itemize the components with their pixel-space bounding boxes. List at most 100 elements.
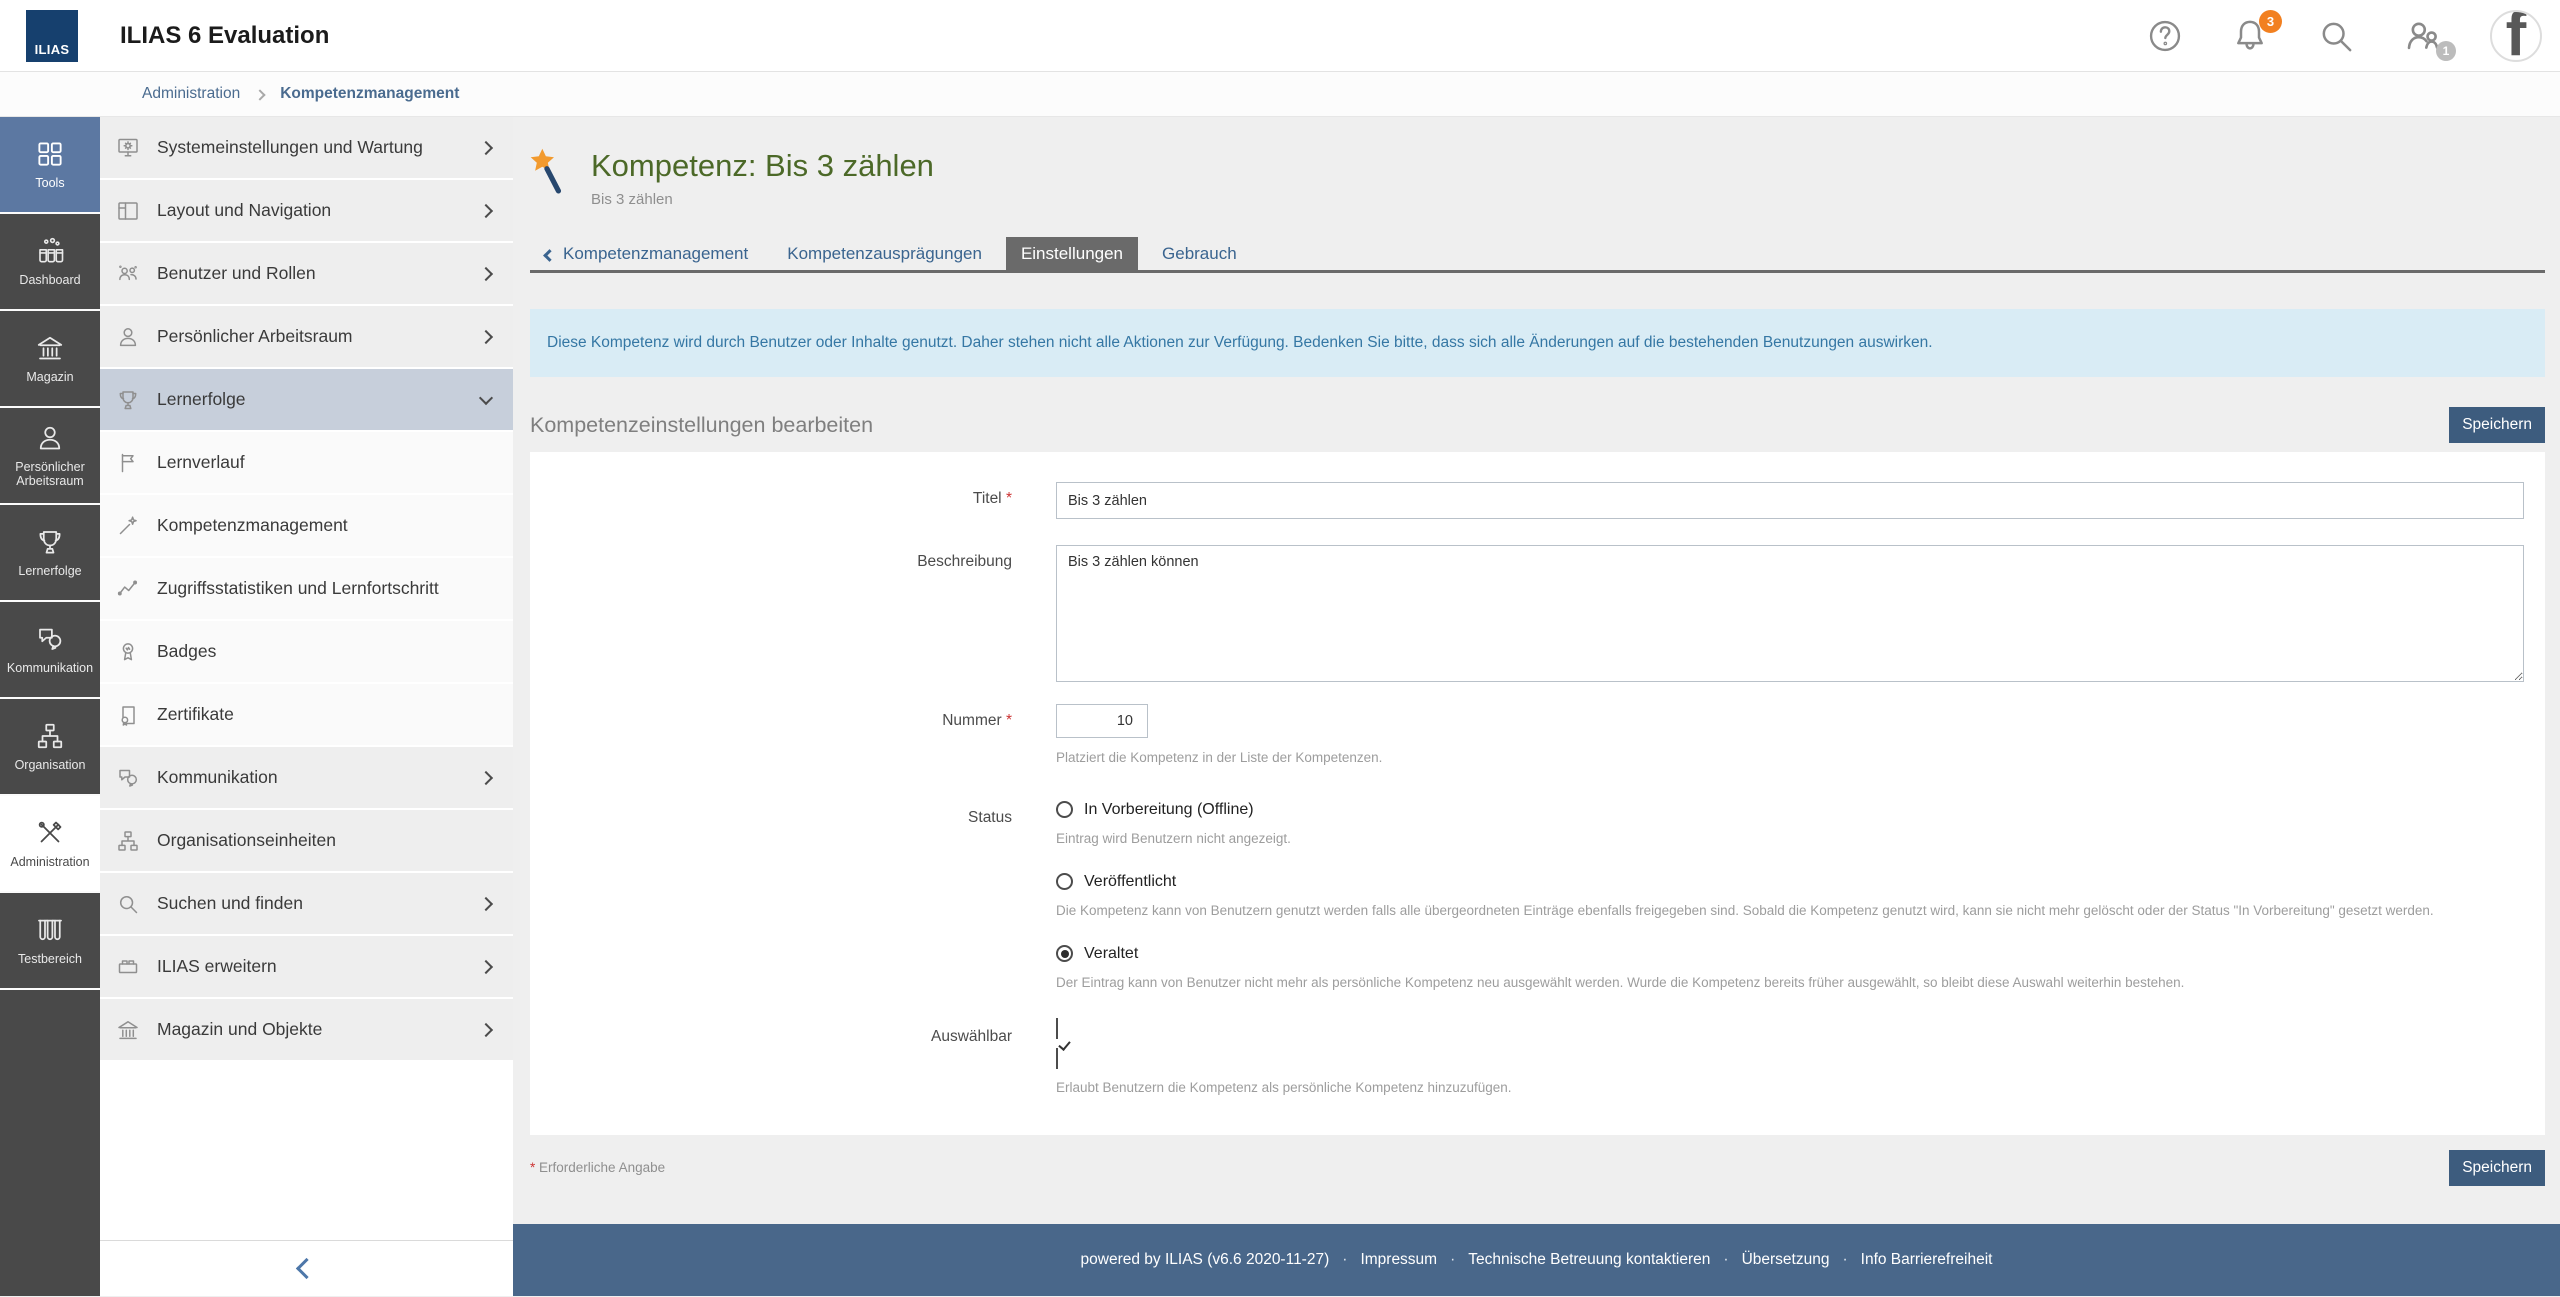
tab-gebrauch[interactable]: Gebrauch xyxy=(1147,237,1252,270)
dashboard-icon xyxy=(35,236,65,266)
page-footer: powered by ILIAS (v6.6 2020-11-27) · Imp… xyxy=(513,1224,2560,1296)
auswaehlbar-row: Auswählbar Erlaubt Benutzern die Kompete… xyxy=(530,1020,2524,1099)
footer-support-link[interactable]: Technische Betreuung kontaktieren xyxy=(1468,1251,1710,1269)
rail-item-administration[interactable]: Administration xyxy=(0,796,100,893)
sidebar-item-magazin-objekte[interactable]: Magazin und Objekte xyxy=(100,999,513,1060)
sidebar-item-zugriffsstatistiken[interactable]: Zugriffsstatistiken und Lernfortschritt xyxy=(100,558,513,619)
status-option-in-vorbereitung: In Vorbereitung (Offline) Eintrag wird B… xyxy=(1056,801,2524,850)
sidebar-item-lernerfolge[interactable]: Lernerfolge xyxy=(100,369,513,430)
awareness-users-icon[interactable]: 1 xyxy=(2402,15,2444,57)
sidebar-item-lernverlauf[interactable]: Lernverlauf xyxy=(100,432,513,493)
tab-label: Kompetenzausprägungen xyxy=(787,244,982,264)
rail-item-kommunikation[interactable]: Kommunikation xyxy=(0,602,100,699)
nummer-input[interactable] xyxy=(1056,704,1148,738)
notifications-bell-icon[interactable]: 3 xyxy=(2230,16,2270,56)
nummer-row: Nummer * Platziert die Kompetenz in der … xyxy=(530,704,2524,769)
sidebar-item-label: Persönlicher Arbeitsraum xyxy=(157,326,353,347)
beschreibung-row: Beschreibung Bis 3 zählen können xyxy=(530,545,2524,687)
status-label: Status xyxy=(530,801,1056,994)
search-icon[interactable] xyxy=(2316,16,2356,56)
rail-item-dashboard[interactable]: Dashboard xyxy=(0,214,100,311)
chevron-right-icon xyxy=(479,329,493,343)
chevron-right-icon xyxy=(479,140,493,154)
radio-veroeffentlicht[interactable] xyxy=(1056,873,1073,890)
sidebar-item-kommunikation[interactable]: Kommunikation xyxy=(100,747,513,808)
rail-item-testbereich[interactable]: Testbereich xyxy=(0,893,100,990)
users-icon xyxy=(116,262,140,286)
rail-item-label: Kommunikation xyxy=(7,661,93,675)
sidebar-item-label: Benutzer und Rollen xyxy=(157,263,316,284)
sidebar-collapse-bar[interactable] xyxy=(100,1240,513,1296)
footer-impressum-link[interactable]: Impressum xyxy=(1360,1251,1437,1269)
auswaehlbar-label: Auswählbar xyxy=(530,1020,1056,1099)
rail-item-persoenlicher-arbeitsraum[interactable]: Persönlicher Arbeitsraum xyxy=(0,408,100,505)
person-icon xyxy=(35,423,65,453)
sidebar-item-ilias-erweitern[interactable]: ILIAS erweitern xyxy=(100,936,513,997)
rail-item-tools[interactable]: Tools xyxy=(0,117,100,214)
sidebar-item-zertifikate[interactable]: Zertifikate xyxy=(100,684,513,745)
auswaehlbar-checkbox[interactable] xyxy=(1056,1018,2524,1069)
page-header: Kompetenz: Bis 3 zählen Bis 3 zählen xyxy=(530,148,2545,208)
help-icon[interactable] xyxy=(2146,17,2184,55)
sidebar-item-benutzer-rollen[interactable]: Benutzer und Rollen xyxy=(100,243,513,304)
footer-uebersetzung-link[interactable]: Übersetzung xyxy=(1742,1251,1830,1269)
page-title: Kompetenz: Bis 3 zählen xyxy=(591,148,934,184)
status-option-veroeffentlicht: Veröffentlicht Die Kompetenz kann von Be… xyxy=(1056,873,2524,922)
titel-row: Titel * xyxy=(530,482,2524,519)
tab-kompetenzmanagement-back[interactable]: Kompetenzmanagement xyxy=(530,237,763,270)
tab-label: Kompetenzmanagement xyxy=(563,244,748,264)
rail-item-lernerfolge[interactable]: Lernerfolge xyxy=(0,505,100,602)
layout-icon xyxy=(116,199,140,223)
app-title: ILIAS 6 Evaluation xyxy=(120,22,329,50)
chevron-right-icon xyxy=(479,1022,493,1036)
tab-einstellungen[interactable]: Einstellungen xyxy=(1006,237,1138,270)
sidebar-item-kompetenzmanagement[interactable]: Kompetenzmanagement xyxy=(100,495,513,556)
titel-input[interactable] xyxy=(1056,482,2524,519)
breadcrumb-administration[interactable]: Administration xyxy=(142,85,240,103)
ilias-logo[interactable]: ILIAS xyxy=(26,10,78,62)
sidebar-item-label: Zertifikate xyxy=(157,704,234,725)
rail-item-label: Testbereich xyxy=(18,952,82,966)
sidebar-item-label: Magazin und Objekte xyxy=(157,1019,322,1040)
user-avatar[interactable]: f xyxy=(2490,10,2542,62)
form-heading: Kompetenzeinstellungen bearbeiten xyxy=(530,413,873,438)
footer-separator: · xyxy=(1723,1251,1728,1269)
footer-separator: · xyxy=(1842,1251,1847,1269)
save-button-bottom[interactable]: Speichern xyxy=(2449,1150,2545,1186)
sidebar-item-label: Zugriffsstatistiken und Lernfortschritt xyxy=(157,578,439,599)
rail-item-organisation[interactable]: Organisation xyxy=(0,699,100,796)
rail-item-label: Persönlicher Arbeitsraum xyxy=(3,460,97,489)
settings-form-panel: Titel * Beschreibung Bis 3 zählen können xyxy=(530,452,2545,1135)
chevron-left-icon xyxy=(543,249,556,262)
medal-icon xyxy=(116,640,140,664)
breadcrumb-kompetenzmanagement[interactable]: Kompetenzmanagement xyxy=(280,85,459,103)
footer-barrierefreiheit-link[interactable]: Info Barrierefreiheit xyxy=(1861,1251,1993,1269)
tab-label: Gebrauch xyxy=(1162,244,1237,264)
flag-icon xyxy=(116,451,140,475)
sidebar-item-organisationseinheiten[interactable]: Organisationseinheiten xyxy=(100,810,513,871)
sidebar-item-layout-navigation[interactable]: Layout und Navigation xyxy=(100,180,513,241)
speech-bubbles-icon xyxy=(116,766,140,790)
crossed-tools-icon xyxy=(35,818,65,848)
beschreibung-textarea[interactable]: Bis 3 zählen können xyxy=(1056,545,2524,682)
radio-in-vorbereitung[interactable] xyxy=(1056,801,1073,818)
sidebar-item-label: Lernverlauf xyxy=(157,452,245,473)
sidebar-item-persoenlicher-arbeitsraum[interactable]: Persönlicher Arbeitsraum xyxy=(100,306,513,367)
radio-veraltet[interactable] xyxy=(1056,945,1073,962)
footer-separator: · xyxy=(1342,1251,1347,1269)
footer-powered-by-link[interactable]: powered by ILIAS (v6.6 2020-11-27) xyxy=(1081,1251,1330,1269)
sidebar-item-suchen-finden[interactable]: Suchen und finden xyxy=(100,873,513,934)
radio-label: In Vorbereitung (Offline) xyxy=(1084,801,1254,819)
chevron-right-icon xyxy=(479,770,493,784)
tab-kompetenzauspraegungen[interactable]: Kompetenzausprägungen xyxy=(772,237,997,270)
page-subtitle: Bis 3 zählen xyxy=(591,191,934,208)
repository-icon xyxy=(116,1018,140,1042)
test-tubes-icon xyxy=(35,915,65,945)
magic-wand-icon xyxy=(116,514,140,538)
sidebar-item-badges[interactable]: Badges xyxy=(100,621,513,682)
sidebar-item-systemeinstellungen[interactable]: Systemeinstellungen und Wartung xyxy=(100,117,513,178)
rail-item-magazin[interactable]: Magazin xyxy=(0,311,100,408)
grid-icon xyxy=(35,139,65,169)
save-button-top[interactable]: Speichern xyxy=(2449,407,2545,443)
chevron-right-icon xyxy=(255,89,266,100)
